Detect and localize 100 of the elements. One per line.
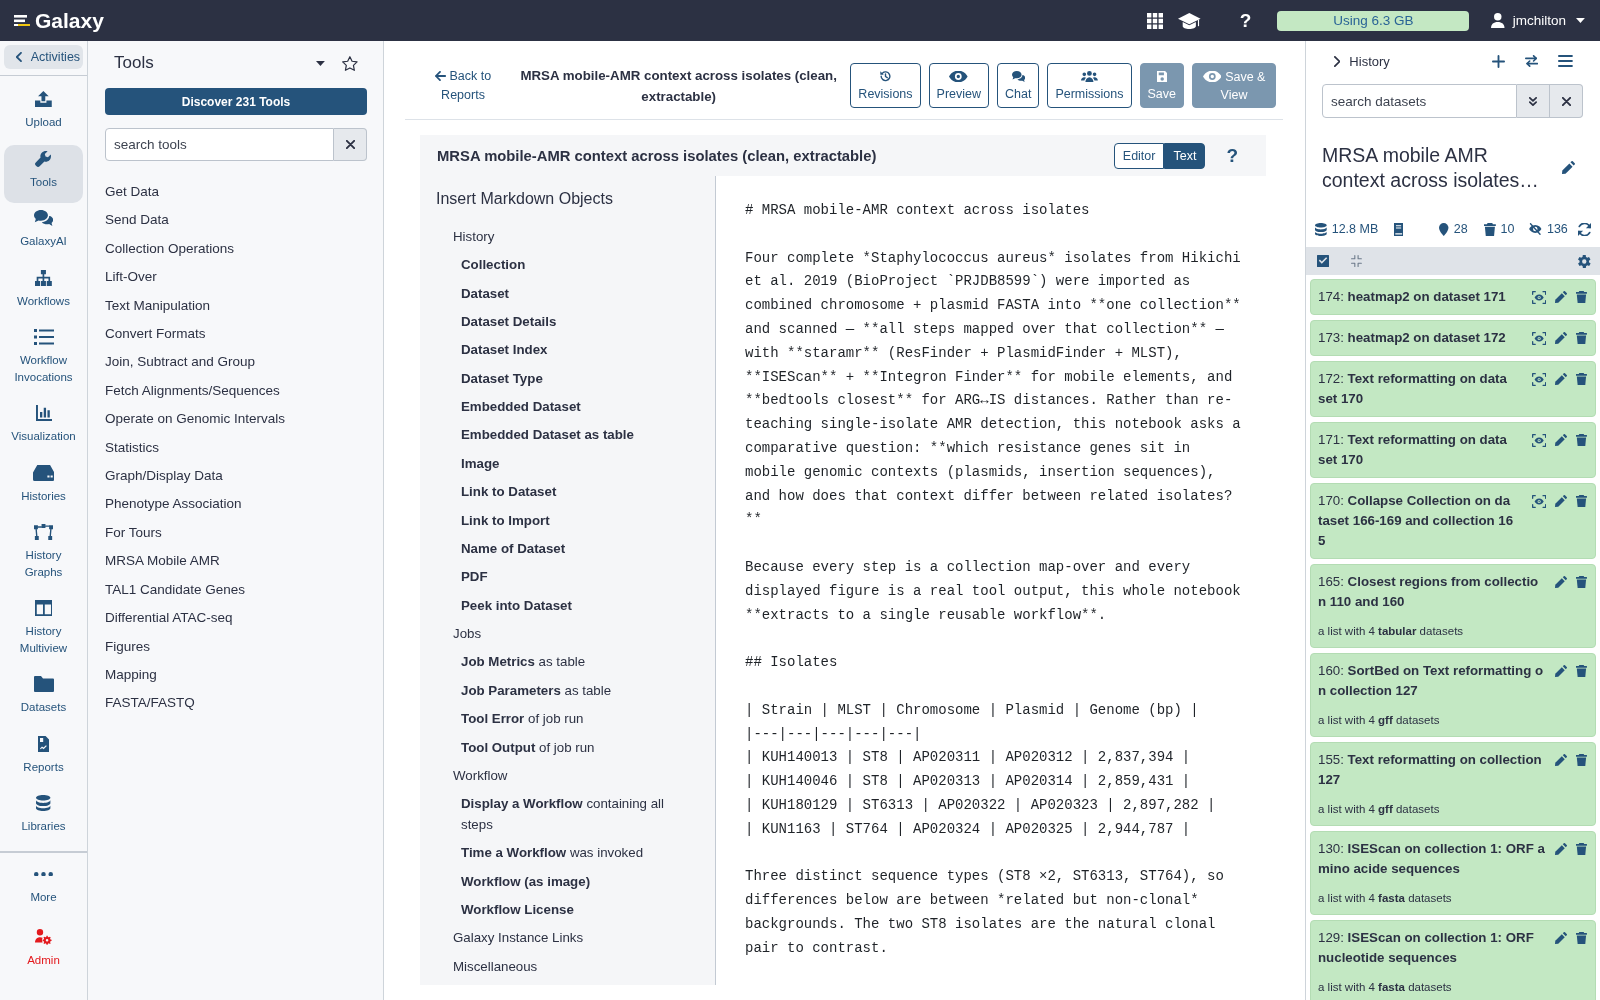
trash-icon[interactable]: [1576, 434, 1587, 446]
activity-item[interactable]: History Graphs: [4, 518, 83, 593]
markdown-text-field[interactable]: # MRSA mobile-AMR context across isolates Four complete *Staphylococcus aureus* isolates from Hikichi et al. 2019 (BioProject `PRJDB8599`) were imported as combined chromosome + plasmid FASTA into **one collection** and scanned — **all steps mapped over that collection** — with **staramr** (ResFinder + PlasmidFinder + MLST), **ISEScan** + **Integron Finder** for mobile elements, and **bedtools closest** for ARG↔IS distances. Rather than re-teaching single-isolate AMR detection, this notebook asks a comparative question: **which resistance genes sit in mobile genomic contexts (plasmids, insertion sequences), and how does that context differ between related isolates?** Because every step is a collection map-over and every displayed figure is a real tool output, this whole notebook **extracts to a single reusable workflow**. ## Isolates | Strain | MLST | Chromosome | Plasmid | Genome (bp) | |---|---|---|---|---| | KUH140013 | ST8 | AP020311 | AP020312 | 2,837,394 | | KUH140046 | ST8 | AP020313 | AP020314 | 2,859,431 | | KUH180129 | ST6313 | AP020322 | AP020323 | 2,897,282 | | KUN1163 | ST764 | AP020324 | AP020325 | 2,944,787 | Three distinct sequence types (ST8 ×2, ST6313, ST764), so differences below are between *related but non-clonal* backgrounds. The two ST8 isolates are the natural clonal pair to contrast.: [716, 176, 1266, 985]
activity-item[interactable]: Histories: [4, 458, 83, 517]
tool-section[interactable]: Convert Formats: [105, 320, 206, 349]
markdown-object[interactable]: Workflow License: [461, 896, 686, 925]
trash-icon[interactable]: [1576, 932, 1587, 944]
mode-tab[interactable]: Editor: [1113, 142, 1165, 169]
book-icon[interactable]: [1394, 222, 1404, 236]
markdown-object[interactable]: Job Parameters as table: [461, 676, 686, 706]
object-group[interactable]: Galaxy Instance Links: [453, 924, 715, 953]
activity-item[interactable]: Libraries: [4, 789, 83, 848]
history-item[interactable]: 129: ISEScan on collection 1: ORF nucleotide sequences a list with 4 fasta datasets: [1310, 920, 1596, 1000]
markdown-object[interactable]: Job Metrics as table: [461, 648, 686, 677]
pencil-icon[interactable]: [1555, 932, 1568, 944]
markdown-object[interactable]: Tool Error of job run: [461, 705, 686, 734]
markdown-object[interactable]: Dataset Index: [461, 336, 686, 365]
markdown-object[interactable]: Image: [461, 449, 686, 479]
trash-icon[interactable]: [1576, 373, 1587, 385]
pencil-icon[interactable]: [1555, 576, 1568, 588]
pencil-icon[interactable]: [1555, 495, 1568, 507]
object-group[interactable]: History: [453, 222, 715, 252]
advanced-search-button[interactable]: [1517, 84, 1550, 118]
markdown-object[interactable]: Link to Import: [461, 506, 686, 535]
search-field[interactable]: search tools: [105, 128, 334, 161]
history-item[interactable]: 172: Text reformatting on dataset 170: [1310, 361, 1596, 417]
activity-item[interactable]: History Multiview: [4, 594, 83, 669]
framed-eye-icon[interactable]: [1531, 331, 1547, 345]
clear-search-button[interactable]: [1550, 84, 1583, 118]
markdown-object[interactable]: Time a Workflow was invoked: [461, 839, 686, 868]
markdown-object[interactable]: Embedded Dataset: [461, 393, 686, 422]
trash-icon[interactable]: [1576, 495, 1587, 507]
pencil-icon[interactable]: [1555, 373, 1568, 385]
markdown-object[interactable]: Name of Dataset: [461, 534, 686, 564]
tool-section[interactable]: Get Data: [105, 178, 160, 207]
framed-eye-icon[interactable]: [1531, 494, 1547, 508]
markdown-object[interactable]: Link to Dataset: [461, 478, 686, 507]
markdown-object[interactable]: Collection: [461, 251, 686, 280]
object-group[interactable]: Workflow: [453, 762, 715, 791]
trash-icon[interactable]: [1576, 291, 1587, 303]
markdown-object[interactable]: Display a Workflow containing all steps: [461, 790, 686, 840]
settings-icon[interactable]: [1578, 254, 1591, 268]
star-icon[interactable]: [342, 55, 358, 71]
tool-section[interactable]: Text Manipulation: [105, 291, 211, 321]
hidden-count-button[interactable]: 136: [1529, 222, 1568, 236]
framed-eye-icon[interactable]: [1531, 372, 1547, 386]
preview-button[interactable]: Preview: [928, 63, 989, 108]
tool-section[interactable]: Fetch Alignments/Sequences: [105, 376, 280, 406]
activity-item[interactable]: Upload: [4, 85, 83, 144]
chat-button[interactable]: Chat: [997, 63, 1040, 108]
menu-icon[interactable]: [1558, 55, 1573, 67]
pencil-icon[interactable]: [1555, 754, 1568, 766]
tool-section[interactable]: Figures: [105, 632, 150, 661]
activity-item[interactable]: Reports: [4, 729, 83, 788]
activity-item[interactable]: Workflows: [4, 263, 83, 322]
help-button[interactable]: ?: [1224, 144, 1240, 167]
revisions-button[interactable]: Revisions: [850, 63, 921, 108]
history-item[interactable]: 173: heatmap2 on dataset 172: [1310, 320, 1596, 356]
trash-icon[interactable]: [1576, 754, 1587, 766]
tool-section[interactable]: Phenotype Association: [105, 490, 242, 519]
markdown-object[interactable]: Peek into Dataset: [461, 591, 686, 621]
tool-section[interactable]: Lift-Over: [105, 263, 157, 292]
discover-tools-button[interactable]: Discover 231 Tools: [105, 88, 367, 115]
activity-item[interactable]: Workflow Invocations: [4, 323, 83, 398]
activity-item[interactable]: Datasets: [4, 670, 83, 729]
framed-eye-icon[interactable]: [1531, 433, 1547, 447]
trash-icon[interactable]: [1576, 332, 1587, 344]
markdown-object[interactable]: Tool Output of job run: [461, 733, 686, 762]
tool-section[interactable]: Send Data: [105, 206, 169, 235]
active-count-button[interactable]: 28: [1439, 222, 1468, 236]
history-item[interactable]: 171: Text reformatting on dataset 170: [1310, 422, 1596, 478]
history-item[interactable]: 174: heatmap2 on dataset 171: [1310, 279, 1596, 315]
history-size-button[interactable]: 12.8 MB: [1315, 222, 1379, 236]
object-group[interactable]: Miscellaneous: [453, 952, 715, 982]
trash-icon[interactable]: [1576, 843, 1587, 855]
activity-item[interactable]: More: [4, 859, 83, 918]
tool-section[interactable]: Collection Operations: [105, 234, 235, 264]
help-button[interactable]: ?: [1235, 9, 1256, 32]
markdown-object[interactable]: Dataset Type: [461, 364, 686, 394]
markdown-object[interactable]: Workflow (as image): [461, 867, 686, 896]
back-link[interactable]: Back to Reports: [431, 66, 495, 105]
object-group[interactable]: Jobs: [453, 620, 715, 649]
pencil-icon[interactable]: [1555, 665, 1568, 677]
activity-item[interactable]: Admin: [4, 923, 83, 982]
activities-button[interactable]: Activities: [4, 45, 83, 69]
search-field[interactable]: search datasets: [1322, 84, 1517, 118]
pencil-icon[interactable]: [1555, 434, 1568, 446]
swap-arrows-icon[interactable]: [1524, 55, 1539, 67]
refresh-icon[interactable]: [1578, 222, 1591, 236]
tool-section[interactable]: Operate on Genomic Intervals: [105, 405, 286, 434]
logo-icon[interactable]: [14, 14, 30, 27]
pencil-icon[interactable]: [1555, 332, 1568, 344]
plus-icon[interactable]: [1491, 54, 1505, 68]
tool-section[interactable]: MRSA Mobile AMR: [105, 547, 220, 576]
storage-usage-indicator[interactable]: Using 6.3 GB: [1277, 10, 1470, 31]
history-item[interactable]: 155: Text reformatting on collection 127 a list with 4 gff datasets: [1310, 742, 1596, 826]
history-panel-toggle[interactable]: History: [1334, 53, 1390, 69]
activity-item[interactable]: Tools: [4, 144, 83, 203]
activity-item[interactable]: GalaxyAI: [4, 204, 83, 263]
tool-section[interactable]: Graph/Display Data: [105, 462, 223, 491]
